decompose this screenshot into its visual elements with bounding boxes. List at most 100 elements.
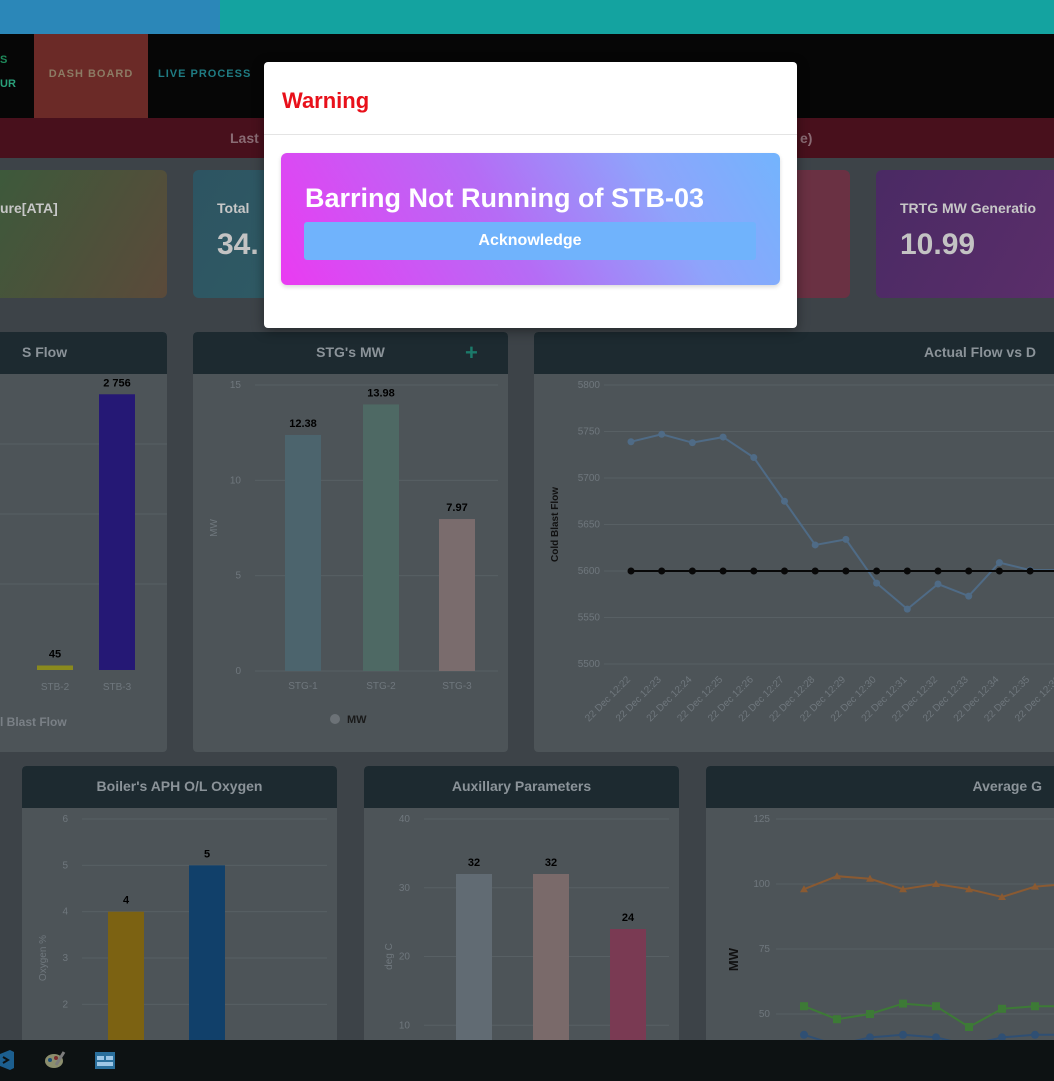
data-label: 32: [545, 857, 557, 869]
kpi-card-pink: [790, 170, 850, 298]
legend-dot: [330, 714, 340, 724]
data-point: [873, 567, 881, 575]
y-tick-label: 10: [399, 1020, 411, 1031]
vscode-icon[interactable]: [0, 1050, 16, 1070]
data-label: 7.97: [446, 502, 467, 514]
y-tick-label: 20: [399, 952, 411, 963]
chart-legend-label: l Blast Flow: [0, 715, 67, 729]
data-point: [719, 433, 727, 441]
kpi-card-pressure: ure[ATA]: [0, 170, 167, 298]
data-label: 24: [622, 912, 635, 924]
chart-stg-mw: 0 5 10 15 MW 12.38 STG-1 13.98 STG-2 7.97 STG-3 MW: [209, 380, 498, 726]
panel-actual-flow: Actual Flow vs D 5500 5550 5600 5650 5700 575…: [534, 332, 1054, 752]
data-point: [688, 439, 696, 447]
data-point: [811, 541, 819, 549]
series-line: [630, 433, 1054, 611]
y-tick-label: 50: [759, 1009, 771, 1020]
y-axis-label: MW: [209, 519, 220, 537]
chart-actual-flow: 5500 5550 5600 5650 5700 5750 5800 Cold Blast F…: [550, 380, 1054, 724]
nav-live-process-tab[interactable]: LIVE PROCESS: [158, 34, 251, 118]
app-window-icon[interactable]: [95, 1052, 115, 1069]
panel-title: STG's MW: [193, 332, 508, 374]
chart-aux-params: 10 20 30 40 deg C 32 32 24: [384, 814, 669, 1056]
panel-title: Boiler's APH O/L Oxygen: [22, 766, 337, 808]
y-tick-label: 3: [62, 953, 68, 964]
chart-bar: [285, 434, 321, 671]
data-point: [903, 605, 911, 613]
banner-text-left: Last: [230, 130, 259, 146]
chart-bar: [610, 929, 646, 1056]
y-tick-label: 5600: [578, 566, 601, 577]
y-tick-label: 100: [753, 879, 770, 890]
data-label: 45: [49, 648, 61, 660]
logo-text-bottom: UR: [0, 78, 16, 90]
kpi-card-trtg: TRTG MW Generatio 10.99: [876, 170, 1054, 298]
nav-dashboard-tab[interactable]: DASH BOARD: [34, 34, 148, 118]
y-tick-label: 5500: [578, 659, 601, 670]
data-point: [995, 567, 1003, 575]
data-point: [965, 567, 973, 575]
y-tick-label: 10: [230, 475, 242, 486]
data-point: [658, 567, 666, 575]
kpi-value: 34.: [217, 228, 259, 261]
data-point: [688, 567, 696, 575]
banner-text-right: e): [800, 130, 813, 146]
panel-title-text: STG's MW: [316, 344, 385, 360]
panel-stg-mw: STG's MW + 0 5 10 15 MW 12.38 STG-1 13.98 STG-2 7…: [193, 332, 508, 752]
y-tick-label: 5: [235, 571, 241, 582]
data-point: [627, 438, 635, 446]
panel-title: Auxillary Parameters: [364, 766, 679, 808]
y-tick-label: 5650: [578, 520, 601, 531]
x-tick-label: STB-2: [41, 682, 70, 693]
y-tick-label: 2: [62, 999, 68, 1010]
data-point: [842, 535, 850, 543]
y-tick-label: 6: [62, 814, 68, 825]
chart-average: 50 75 100 125 MW: [726, 814, 1054, 1050]
panel-cbf-flow: S Flow 45 STB-2 2 756 STB-3 l Blast Flow: [0, 332, 167, 752]
data-point: [842, 567, 850, 575]
data-point: [965, 592, 973, 600]
x-tick-label: STG-3: [442, 681, 472, 692]
chart-cbf-flow: 45 STB-2 2 756 STB-3 l Blast Flow: [0, 377, 167, 729]
x-tick-label: STG-2: [366, 681, 396, 692]
panel-average: Average G 50 75 100 125 MW: [706, 766, 1054, 1056]
data-point: [719, 567, 727, 575]
y-axis-label: Oxygen %: [38, 935, 49, 981]
data-point: [750, 567, 758, 575]
y-tick-label: 4: [62, 907, 68, 918]
chart-bar: [439, 519, 475, 671]
acknowledge-button[interactable]: Acknowledge: [304, 222, 756, 260]
data-label: 13.98: [367, 387, 395, 399]
data-point: [833, 1015, 841, 1024]
paint-icon[interactable]: [44, 1049, 66, 1071]
data-point: [800, 1002, 808, 1011]
data-point: [1031, 1002, 1039, 1011]
data-point: [781, 567, 788, 575]
x-tick-label: STG-1: [288, 681, 318, 692]
plus-icon[interactable]: +: [465, 340, 478, 366]
chart-bar: [189, 865, 225, 1056]
alert-message-box: Barring Not Running of STB-03 Acknowledg…: [281, 153, 780, 285]
data-label: 32: [468, 857, 480, 869]
series-line: [803, 875, 1054, 899]
data-point: [627, 567, 635, 575]
panel-aux-params: Auxillary Parameters 10 20 30 40 deg C 32 32 24: [364, 766, 679, 1056]
kpi-label: TRTG MW Generatio: [900, 200, 1037, 216]
y-tick-label: 5800: [578, 380, 601, 391]
y-tick-label: 5: [62, 860, 68, 871]
chart-bar: [37, 665, 73, 670]
top-strip-right: [220, 0, 1054, 34]
y-tick-label: 75: [759, 944, 771, 955]
chart-legend-label: MW: [347, 714, 367, 726]
data-point: [899, 999, 907, 1008]
chart-bar: [456, 874, 492, 1056]
data-point: [800, 1030, 808, 1039]
data-point: [903, 567, 911, 575]
data-point: [811, 567, 819, 575]
alert-message: Barring Not Running of STB-03: [305, 183, 704, 213]
data-label: 12.38: [289, 418, 317, 430]
y-tick-label: 30: [399, 883, 411, 894]
panel-title: S Flow: [0, 332, 167, 374]
chart-bar: [363, 404, 399, 671]
chart-bar: [99, 394, 135, 670]
